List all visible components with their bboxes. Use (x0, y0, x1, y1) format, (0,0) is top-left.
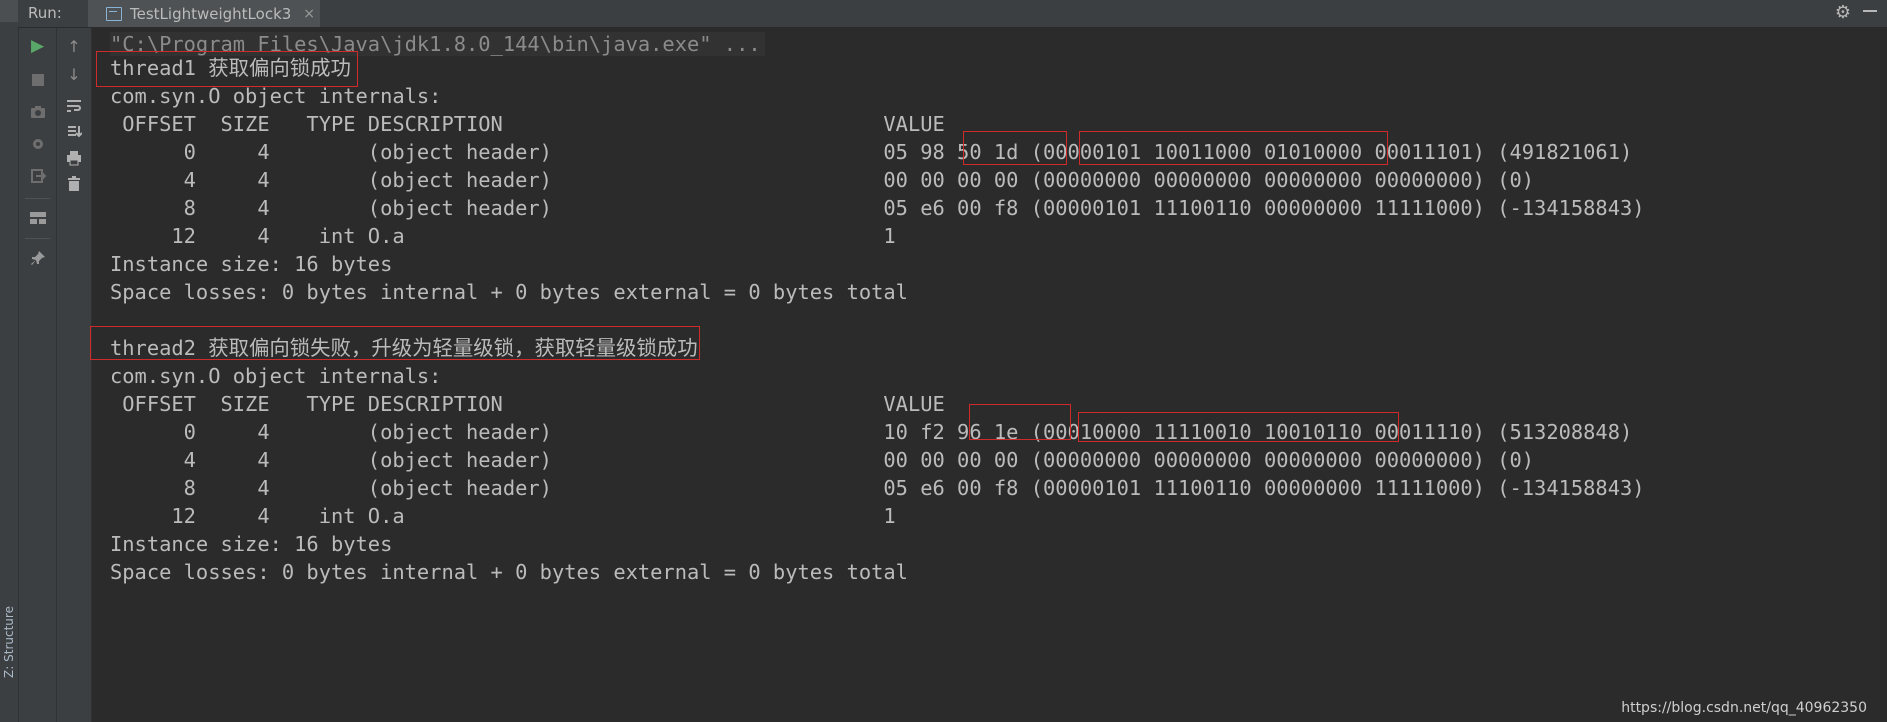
scroll-to-end-icon[interactable] (57, 120, 91, 144)
camera-icon[interactable] (19, 100, 56, 124)
run-label: Run: (28, 4, 62, 22)
exit-icon[interactable] (19, 164, 56, 188)
arrow-up-icon[interactable]: ↑ (57, 34, 91, 58)
highlight-box-thread1 (96, 51, 358, 87)
settings-icon[interactable] (19, 132, 56, 156)
structure-tool-tab[interactable]: Z: Structure (0, 592, 18, 692)
highlight-box-bits-1b (1079, 131, 1388, 165)
trash-icon[interactable] (57, 172, 91, 196)
stop-icon[interactable] (19, 68, 56, 92)
highlight-box-thread2 (90, 326, 700, 360)
pin-icon[interactable] (19, 246, 56, 270)
console-line: Space losses: 0 bytes internal + 0 bytes… (110, 280, 908, 304)
left-tool-strip: Z: Structure (0, 0, 19, 722)
run-actions-column: ▶ (19, 28, 57, 722)
tab-run-config[interactable]: TestLightweightLock3 × (88, 0, 320, 27)
tab-title: TestLightweightLock3 (130, 4, 292, 23)
highlight-box-bits-2a (969, 404, 1071, 440)
rerun-icon[interactable]: ▶ (19, 34, 56, 58)
arrow-down-icon[interactable]: ↓ (57, 62, 91, 86)
soft-wrap-icon[interactable] (57, 94, 91, 118)
run-toolbar-header: Run: TestLightweightLock3 × ⚙ (18, 0, 1887, 28)
console-output[interactable]: "C:\Program Files\Java\jdk1.8.0_144\bin\… (90, 28, 1887, 722)
highlight-box-bits-2b (1078, 412, 1399, 442)
highlight-box-bits-1a (963, 131, 1067, 165)
console-line: Space losses: 0 bytes internal + 0 bytes… (110, 560, 908, 584)
minimize-icon[interactable] (1863, 10, 1877, 12)
structure-tab-label: Z: Structure (2, 606, 16, 678)
console-actions-column: ↑ ↓ (57, 28, 92, 722)
print-icon[interactable] (57, 146, 91, 170)
run-config-icon (106, 6, 122, 21)
watermark: https://blog.csdn.net/qq_40962350 (1621, 700, 1867, 716)
gear-icon[interactable]: ⚙ (1835, 2, 1851, 23)
strip-marker (0, 0, 18, 22)
close-icon[interactable]: × (303, 6, 315, 22)
layout-icon[interactable] (19, 206, 56, 230)
